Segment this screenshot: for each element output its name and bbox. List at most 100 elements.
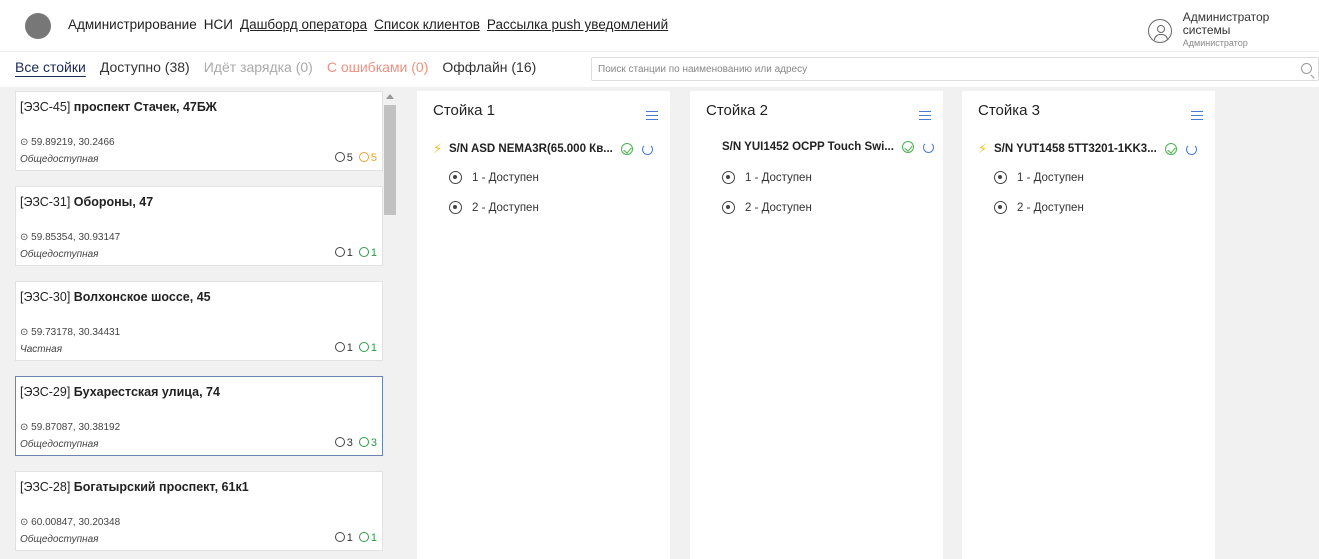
plug-icon [449, 201, 462, 214]
station-address: Обороны, 47 [73, 195, 154, 209]
station-counts: 11 [334, 342, 377, 354]
station-coords: ⊙ 60.00847, 30.20348 [20, 517, 120, 528]
plug-icon [722, 171, 735, 184]
total-count-value: 1 [346, 247, 353, 259]
connector-status: 1 - Доступен [1017, 171, 1084, 184]
lightning-icon: ⚡ [433, 141, 443, 156]
plus-circle-icon [358, 247, 369, 257]
station-card[interactable]: [ЭЗС-29] Бухарестская улица, 74 ⊙ 59.8708… [15, 376, 383, 456]
station-counts: 33 [334, 437, 377, 449]
check-circle-icon [1164, 143, 1177, 155]
filter-tab[interactable]: С ошибками (0) [327, 59, 429, 75]
station-card[interactable]: [ЭЗС-30] Волхонское шоссе, 45 ⊙ 59.73178,… [15, 281, 383, 361]
device-row[interactable]: S/N YUI1452 OCPP Touch Swi... [722, 141, 947, 153]
status-count-value: 1 [370, 342, 377, 354]
refresh-icon[interactable] [922, 141, 934, 153]
search-icon[interactable] [1301, 63, 1312, 74]
total-count: 3 [334, 437, 353, 449]
station-list-scrollbar[interactable] [383, 91, 397, 559]
station-card[interactable]: [ЭЗС-28] Богатырский проспект, 61к1 ⊙ 60.… [15, 471, 383, 551]
connector-status: 1 - Доступен [472, 171, 539, 184]
location-pin-icon: ⊙ [20, 422, 32, 433]
station-card[interactable]: [ЭЗС-45] проспект Стачек, 47БЖ ⊙ 59.89219… [15, 91, 383, 171]
station-code: [ЭЗС-28] [20, 480, 74, 494]
location-pin-icon: ⊙ [20, 327, 32, 338]
station-code: [ЭЗС-31] [20, 195, 74, 209]
device-row[interactable]: ⚡ S/N YUT1458 5TT3201-1KK3... [978, 141, 1203, 157]
location-pin-icon: ⊙ [20, 137, 32, 148]
refresh-icon[interactable] [1185, 143, 1197, 155]
error-ring-icon [358, 152, 369, 162]
menu-icon[interactable] [646, 111, 658, 120]
total-count-value: 3 [346, 437, 353, 449]
connector-row[interactable]: 2 - Доступен [994, 201, 1084, 214]
connector-row[interactable]: 2 - Доступен [449, 201, 539, 214]
device-serial: S/N ASD NEMA3R(65.000 Кв... [449, 143, 613, 155]
available-count: 1 [358, 247, 377, 259]
user-icon [1148, 18, 1172, 43]
plus-circle-icon [358, 437, 369, 447]
plug-icon [449, 171, 462, 184]
filter-tab[interactable]: Все стойки [15, 59, 86, 75]
connector-status: 2 - Доступен [745, 201, 812, 214]
nav-link[interactable]: Список клиентов [374, 17, 480, 32]
coords-text: 59.87087, 30.38192 [31, 422, 121, 433]
rack-column: Стойка 3 ⚡ S/N YUT1458 5TT3201-1KK3... 1 - … [962, 91, 1215, 559]
rack-column: Стойка 1 ⚡ S/N ASD NEMA3R(65.000 Кв... 1 - … [417, 91, 670, 559]
station-code: [ЭЗС-29] [20, 385, 74, 399]
filter-tab[interactable]: Доступно (38) [100, 59, 190, 75]
connector-row[interactable]: 1 - Доступен [722, 171, 812, 184]
available-count: 1 [358, 532, 377, 544]
nav-link[interactable]: Дашборд оператора [240, 17, 367, 32]
station-counts: 11 [334, 247, 377, 259]
station-card[interactable]: [ЭЗС-31] Обороны, 47 ⊙ 59.85354, 30.93147… [15, 186, 383, 266]
available-count: 1 [358, 342, 377, 354]
check-circle-icon [620, 143, 633, 155]
filter-tab[interactable]: Идёт зарядка (0) [204, 59, 313, 75]
error-count: 5 [358, 152, 377, 164]
device-serial: S/N YUT1458 5TT3201-1KK3... [994, 143, 1157, 155]
nav-link[interactable]: Рассылка push уведомлений [487, 17, 668, 32]
nav-link[interactable]: НСИ [204, 17, 233, 32]
filter-tab[interactable]: Оффлайн (16) [442, 59, 536, 75]
station-title: [ЭЗС-31] Обороны, 47 [20, 195, 378, 209]
station-coords: ⊙ 59.89219, 30.2466 [20, 137, 115, 148]
plug-icon [994, 171, 1007, 184]
total-ring-icon [334, 532, 345, 542]
station-title: [ЭЗС-28] Богатырский проспект, 61к1 [20, 480, 378, 494]
status-count-value: 1 [370, 532, 377, 544]
connector-status: 2 - Доступен [472, 201, 539, 214]
connector-row[interactable]: 2 - Доступен [722, 201, 812, 214]
device-row[interactable]: ⚡ S/N ASD NEMA3R(65.000 Кв... [433, 141, 658, 157]
total-ring-icon [334, 152, 345, 162]
plus-circle-icon [358, 342, 369, 352]
location-pin-icon: ⊙ [20, 517, 32, 528]
total-count: 5 [334, 152, 353, 164]
status-count-value: 1 [370, 247, 377, 259]
available-count: 3 [358, 437, 377, 449]
refresh-icon[interactable] [641, 143, 653, 155]
top-navigation: Администрирование НСИ Дашборд оператора Спи… [0, 0, 1319, 52]
connector-row[interactable]: 1 - Доступен [449, 171, 539, 184]
nav-link[interactable]: Администрирование [68, 17, 197, 32]
station-type: Общедоступная [20, 534, 99, 545]
station-coords: ⊙ 59.87087, 30.38192 [20, 422, 120, 433]
station-title: [ЭЗС-30] Волхонское шоссе, 45 [20, 290, 378, 304]
station-address: Богатырский проспект, 61к1 [73, 480, 249, 494]
connector-row[interactable]: 1 - Доступен [994, 171, 1084, 184]
menu-icon[interactable] [919, 111, 931, 120]
menu-icon[interactable] [1191, 111, 1203, 120]
total-ring-icon [334, 247, 345, 257]
scroll-up-icon[interactable] [386, 94, 394, 99]
station-address: проспект Стачек, 47БЖ [73, 100, 217, 114]
station-counts: 11 [334, 532, 377, 544]
search-input[interactable]: Поиск станции по наименованию или адресу [591, 57, 1319, 81]
user-menu[interactable]: Администратор системы Администратор [1148, 11, 1319, 50]
lightning-icon: ⚡ [978, 141, 988, 156]
plus-circle-icon [358, 532, 369, 542]
search-placeholder: Поиск станции по наименованию или адресу [598, 63, 808, 75]
scroll-thumb[interactable] [384, 105, 396, 215]
plug-icon [722, 201, 735, 214]
logo[interactable] [25, 13, 51, 39]
total-count: 1 [334, 247, 353, 259]
